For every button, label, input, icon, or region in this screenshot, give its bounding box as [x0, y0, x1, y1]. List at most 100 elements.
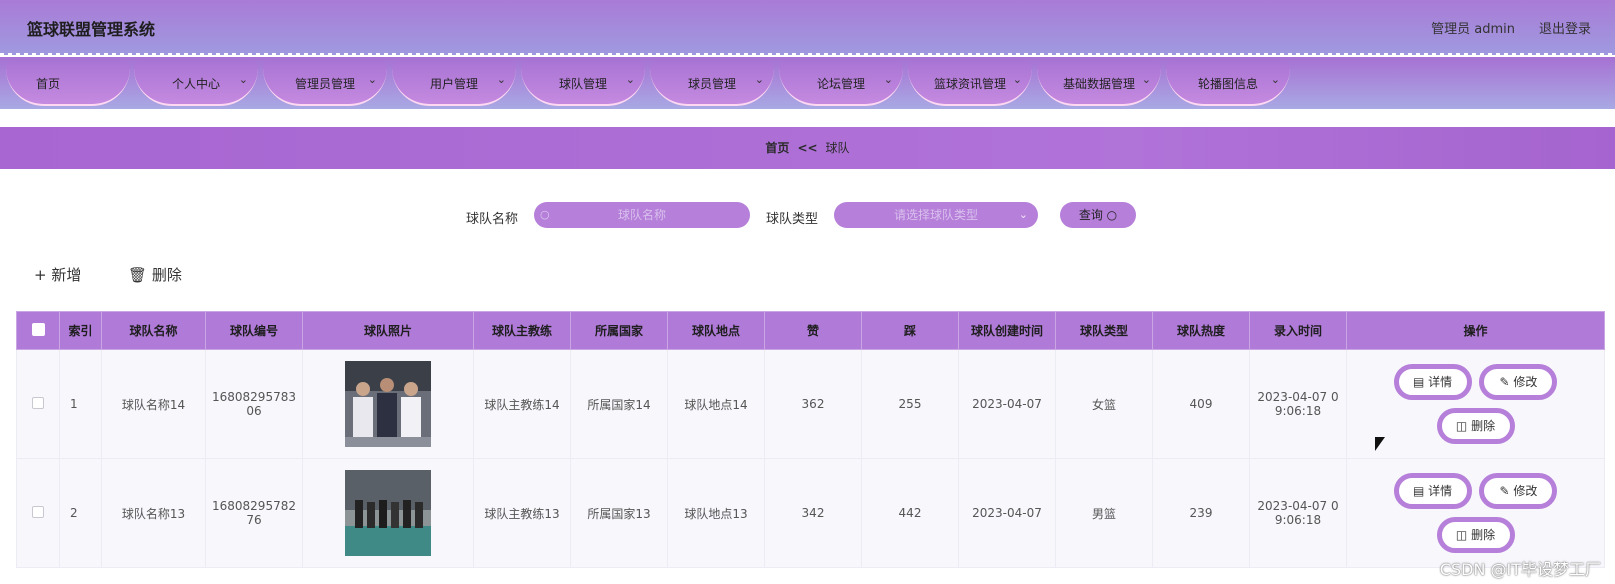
chevron-down-icon: ⌄ — [367, 73, 377, 86]
row-checkbox[interactable] — [32, 505, 44, 518]
team-photo[interactable] — [345, 361, 431, 447]
breadcrumb: 首页 << 球队 — [0, 127, 1615, 169]
delete-label: 删除 — [151, 266, 182, 284]
trash-icon: 🗑 — [128, 266, 148, 284]
delete-button[interactable]: ◫ 删除 — [1436, 408, 1515, 444]
like-cell: 342 — [764, 458, 862, 568]
nav-item-personal-center[interactable]: 个人中心 ⌄ — [134, 60, 258, 106]
pencil-icon: ✎ — [1499, 375, 1510, 389]
team-type-label: 球队类型 — [766, 212, 819, 227]
index-cell: 1 — [59, 349, 102, 459]
operations-cell: ▤ 详情 ✎ 修改 ◫ 删除 — [1346, 458, 1605, 568]
entry-time-cell: 2023-04-07 0 9:06:18 — [1249, 458, 1347, 568]
col-header: 录入时间 — [1249, 311, 1347, 350]
created-cell: 2023-04-07 — [958, 349, 1056, 459]
delete-label: 删除 — [1471, 419, 1496, 433]
coach-cell: 球队主教练13 — [473, 458, 571, 568]
country-cell: 所属国家14 — [570, 349, 668, 459]
breadcrumb-separator: << — [797, 141, 818, 155]
dislike-cell: 442 — [861, 458, 959, 568]
entry-time-line2: 9:06:18 — [1274, 513, 1322, 527]
chevron-down-icon: ⌄ — [1141, 73, 1151, 86]
breadcrumb-home[interactable]: 首页 — [765, 141, 789, 155]
created-cell: 2023-04-07 — [958, 458, 1056, 568]
nav-item-base-data-management[interactable]: 基础数据管理 ⌄ — [1037, 60, 1161, 106]
nav-item-home[interactable]: 首页 — [6, 60, 130, 106]
team-photo-cell — [302, 349, 474, 459]
coach-cell: 球队主教练14 — [473, 349, 571, 459]
team-photo[interactable] — [345, 470, 431, 556]
plus-icon: + — [34, 266, 47, 284]
heat-cell: 239 — [1152, 458, 1250, 568]
col-header: 球队编号 — [205, 311, 303, 350]
team-code-cell: 16808295782 76 — [205, 458, 303, 568]
add-button[interactable]: + 新增 — [34, 264, 81, 285]
col-header: 球队照片 — [302, 311, 474, 350]
col-header: 球队热度 — [1152, 311, 1250, 350]
team-name-placeholder: 球队名称 — [617, 208, 666, 222]
team-photo-cell — [302, 458, 474, 568]
select-all-checkbox[interactable] — [31, 322, 45, 336]
nav-item-admin-management[interactable]: 管理员管理 ⌄ — [263, 60, 387, 106]
admin-label: 管理员 admin — [1431, 22, 1515, 37]
detail-label: 详情 — [1428, 375, 1453, 389]
nav-item-news-management[interactable]: 篮球资讯管理 ⌄ — [908, 60, 1032, 106]
chevron-down-icon: ⌄ — [1018, 208, 1028, 221]
team-code-line2: 76 — [246, 513, 262, 527]
batch-delete-button[interactable]: 🗑 删除 — [128, 264, 182, 285]
team-code-line2: 06 — [246, 404, 262, 418]
team-name-input[interactable]: ○ 球队名称 — [534, 202, 750, 228]
logout-link[interactable]: 退出登录 — [1539, 18, 1591, 37]
query-button[interactable]: 查询 ○ — [1060, 202, 1136, 228]
team-type-select[interactable]: 请选择球队类型 ⌄ — [834, 202, 1038, 228]
app-title: 篮球联盟管理系统 — [27, 20, 156, 39]
edit-button[interactable]: ✎ 修改 — [1479, 364, 1558, 400]
col-header: 踩 — [861, 311, 959, 350]
like-cell: 362 — [764, 349, 862, 459]
detail-button[interactable]: ▤ 详情 — [1393, 473, 1472, 509]
search-icon: ○ — [1106, 208, 1118, 222]
query-label: 查询 — [1078, 208, 1103, 222]
edit-label: 修改 — [1513, 484, 1538, 498]
col-header: 索引 — [59, 311, 102, 350]
chevron-down-icon: ⌄ — [883, 73, 893, 86]
nav-item-user-management[interactable]: 用户管理 ⌄ — [392, 60, 516, 106]
index-cell: 2 — [59, 458, 102, 568]
delete-button[interactable]: ◫ 删除 — [1436, 517, 1515, 553]
entry-time-cell: 2023-04-07 0 9:06:18 — [1249, 349, 1347, 459]
dislike-cell: 255 — [861, 349, 959, 459]
table-header-row: 索引 球队名称 球队编号 球队照片 球队主教练 所属国家 球队地点 赞 踩 球队… — [16, 311, 1605, 350]
select-all-cell — [16, 311, 60, 350]
col-header: 赞 — [764, 311, 862, 350]
chevron-down-icon: ⌄ — [625, 73, 635, 86]
nav-item-team-management[interactable]: 球队管理 ⌄ — [521, 60, 645, 106]
pencil-icon: ✎ — [1499, 484, 1510, 498]
team-code-line1: 16808295782 — [212, 499, 296, 513]
chevron-down-icon: ⌄ — [496, 73, 506, 86]
edit-button[interactable]: ✎ 修改 — [1479, 473, 1558, 509]
row-checkbox[interactable] — [32, 396, 44, 409]
nav-item-carousel-info[interactable]: 轮播图信息 ⌄ — [1166, 60, 1290, 106]
team-code-cell: 16808295783 06 — [205, 349, 303, 459]
entry-time-line1: 2023-04-07 0 — [1257, 390, 1339, 404]
team-name-label: 球队名称 — [466, 212, 519, 227]
col-header: 操作 — [1346, 311, 1605, 350]
nav-item-player-management[interactable]: 球员管理 ⌄ — [650, 60, 774, 106]
chevron-down-icon: ⌄ — [1012, 73, 1022, 86]
col-header: 球队创建时间 — [958, 311, 1056, 350]
mouse-cursor-icon — [1375, 437, 1385, 451]
edit-label: 修改 — [1513, 375, 1538, 389]
row-select-cell — [16, 349, 60, 459]
detail-button[interactable]: ▤ 详情 — [1393, 364, 1472, 400]
type-cell: 男篮 — [1055, 458, 1153, 568]
entry-time-line2: 9:06:18 — [1274, 404, 1322, 418]
row-select-cell — [16, 458, 60, 568]
add-label: 新增 — [51, 266, 82, 284]
col-header: 球队名称 — [101, 311, 206, 350]
nav-item-label: 首页 — [35, 77, 60, 91]
team-code-line1: 16808295783 — [212, 390, 296, 404]
col-header: 球队主教练 — [473, 311, 571, 350]
col-header: 球队地点 — [667, 311, 765, 350]
top-header: 篮球联盟管理系统 管理员 admin 退出登录 — [0, 0, 1615, 55]
nav-item-forum-management[interactable]: 论坛管理 ⌄ — [779, 60, 903, 106]
